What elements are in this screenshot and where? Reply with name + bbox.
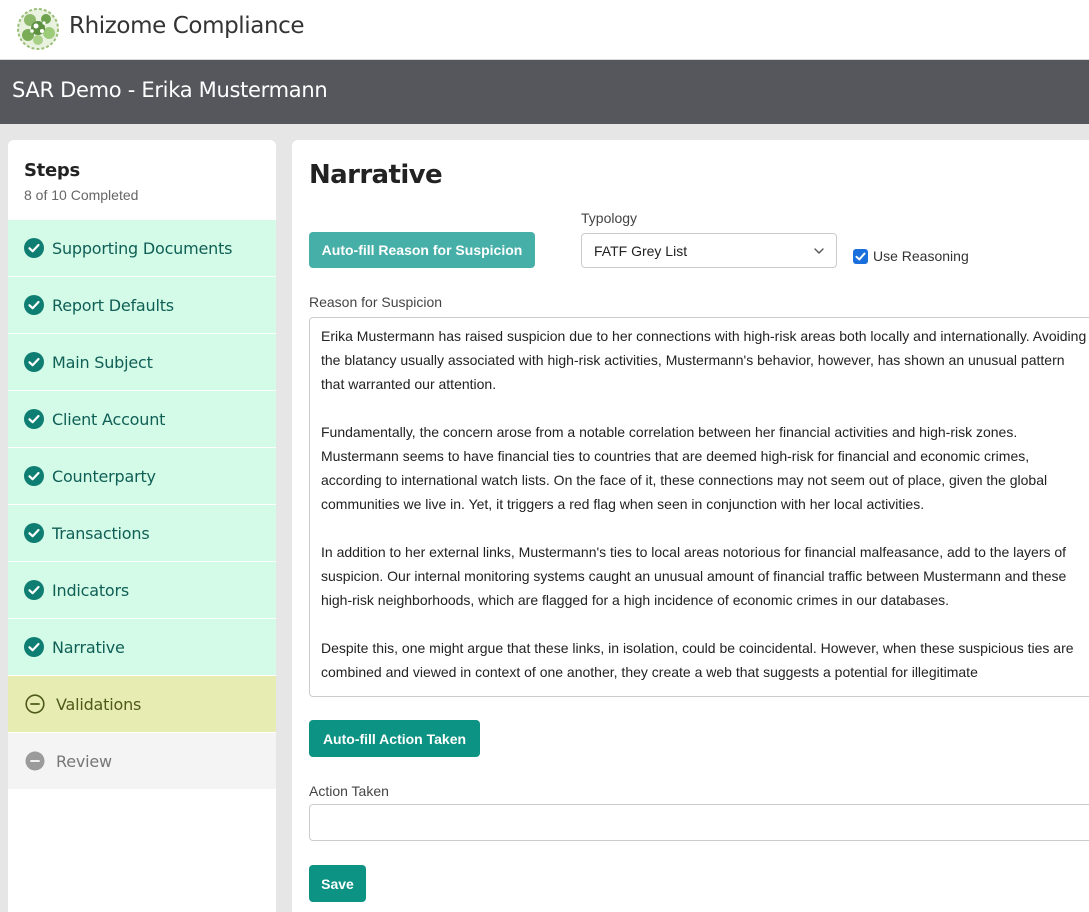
step-client-account[interactable]: Client Account <box>8 391 276 448</box>
check-circle-icon <box>24 523 44 543</box>
minus-circle-icon <box>25 751 45 771</box>
step-review[interactable]: Review <box>8 733 276 790</box>
reason-paragraph: Fundamentally, the concern arose from a … <box>321 424 1048 512</box>
step-counterparty[interactable]: Counterparty <box>8 448 276 505</box>
check-circle-icon <box>24 295 44 315</box>
reason-paragraph: In addition to her external links, Muste… <box>321 544 1067 608</box>
step-label: Narrative <box>52 637 125 657</box>
page-title: SAR Demo - Erika Mustermann <box>12 78 328 102</box>
check-circle-icon <box>24 409 44 429</box>
save-button[interactable]: Save <box>309 865 366 902</box>
step-label: Report Defaults <box>52 295 174 315</box>
narrative-panel: Narrative Auto-fill Reason for Suspicion… <box>292 140 1089 912</box>
step-transactions[interactable]: Transactions <box>8 505 276 562</box>
typology-select[interactable]: FATF Grey List <box>581 233 837 268</box>
step-label: Client Account <box>52 409 166 429</box>
check-circle-icon <box>24 352 44 372</box>
steps-progress: 8 of 10 Completed <box>24 187 139 203</box>
check-circle-icon <box>24 580 44 600</box>
check-circle-icon <box>24 238 44 258</box>
autofill-reason-button[interactable]: Auto-fill Reason for Suspicion <box>309 232 535 268</box>
top-bar: Rhizome Compliance <box>0 0 1089 60</box>
step-label: Transactions <box>52 523 150 543</box>
step-indicators[interactable]: Indicators <box>8 562 276 619</box>
step-label: Main Subject <box>52 352 153 372</box>
chevron-down-icon <box>814 248 824 254</box>
use-reasoning-option[interactable]: Use Reasoning <box>853 248 969 264</box>
steps-header: Steps 8 of 10 Completed <box>8 140 276 220</box>
reason-paragraph: Despite this, one might argue that these… <box>321 640 1074 680</box>
reason-paragraph: Erika Mustermann has raised suspicion du… <box>321 328 1087 392</box>
step-label: Indicators <box>52 580 130 600</box>
use-reasoning-checkbox[interactable] <box>853 248 868 264</box>
check-circle-icon <box>24 466 44 486</box>
steps-title: Steps <box>24 160 80 181</box>
reason-textarea[interactable]: Erika Mustermann has raised suspicion du… <box>309 317 1089 697</box>
step-main-subject[interactable]: Main Subject <box>8 334 276 391</box>
step-narrative[interactable]: Narrative <box>8 619 276 676</box>
checkmark-icon <box>855 252 866 260</box>
step-validations[interactable]: Validations <box>8 676 276 733</box>
step-label: Review <box>56 751 112 771</box>
use-reasoning-label: Use Reasoning <box>873 248 969 264</box>
step-label: Validations <box>56 694 142 714</box>
autofill-action-button[interactable]: Auto-fill Action Taken <box>309 720 480 757</box>
typology-value: FATF Grey List <box>594 243 688 259</box>
reason-label: Reason for Suspicion <box>309 294 443 310</box>
step-supporting-documents[interactable]: Supporting Documents <box>8 220 276 277</box>
action-input[interactable] <box>309 804 1089 841</box>
step-report-defaults[interactable]: Report Defaults <box>8 277 276 334</box>
rhizome-logo-icon[interactable] <box>16 7 60 51</box>
typology-label: Typology <box>581 210 638 226</box>
check-circle-icon <box>24 637 44 657</box>
section-heading: Narrative <box>309 160 443 190</box>
steps-sidebar: Steps 8 of 10 Completed Supporting Docum… <box>8 140 276 912</box>
step-label: Counterparty <box>52 466 156 486</box>
step-label: Supporting Documents <box>52 238 233 258</box>
title-bar: SAR Demo - Erika Mustermann <box>0 60 1089 124</box>
brand-name: Rhizome Compliance <box>69 13 305 39</box>
minus-circle-icon <box>25 694 45 714</box>
action-label: Action Taken <box>309 783 389 799</box>
